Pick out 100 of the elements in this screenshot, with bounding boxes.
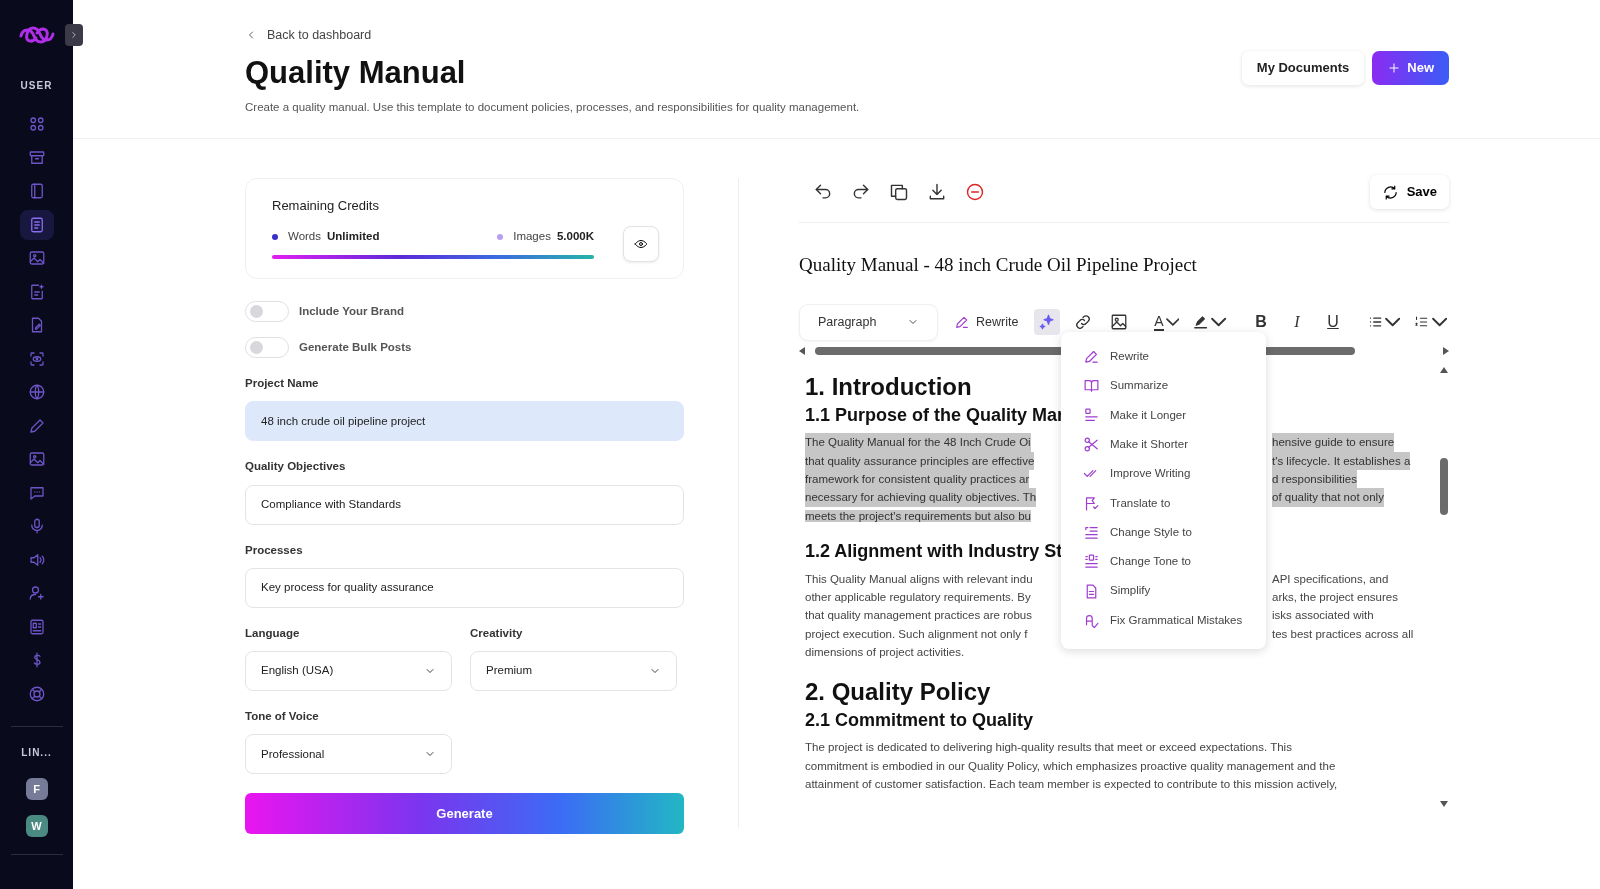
subheading: 2.1 Commitment to Quality <box>805 708 1034 732</box>
field-label: Quality Objectives <box>245 459 347 475</box>
image-icon <box>27 450 46 468</box>
paragraph-text: tes best practices across all <box>1272 626 1414 642</box>
redo-icon <box>851 182 871 202</box>
select-field[interactable]: Premium <box>470 651 677 691</box>
select-field[interactable]: English (USA) <box>245 651 452 691</box>
back-link[interactable]: Back to dashboard <box>245 25 372 45</box>
paragraph-text: other applicable regulatory requirements. By <box>805 589 1031 605</box>
toggle-label: Generate Bulk Posts <box>299 339 412 355</box>
input-field[interactable]: 48 inch crude oil pipeline project <box>245 401 684 442</box>
menu-item[interactable]: Change Style to <box>1061 517 1266 548</box>
heading: 2. Quality Policy <box>805 676 991 707</box>
paragraph-text: dimensions of project activities. <box>805 646 965 659</box>
paragraph-text: The project is dedicated to delivering high-quality results that meet or exceed expectations. This <box>805 741 1292 754</box>
scroll-down-icon[interactable] <box>1440 800 1448 807</box>
plus-icon <box>1387 61 1402 75</box>
sidebar-item[interactable] <box>19 209 54 240</box>
copy-icon <box>889 182 909 202</box>
select-field[interactable]: Professional <box>245 734 452 775</box>
save-button[interactable]: Save <box>1369 175 1449 209</box>
grid-icon <box>27 115 46 133</box>
link-icon <box>1074 313 1093 331</box>
rewrite-button[interactable]: Rewrite <box>947 312 1025 332</box>
paragraph-text: isks associated with <box>1272 608 1374 624</box>
lifebuoy-icon <box>27 684 46 703</box>
credit-label: Images <box>513 228 551 244</box>
italic-button[interactable]: I <box>1283 309 1310 335</box>
credit-value: 5.000K <box>556 228 594 244</box>
scroll-right-icon[interactable] <box>1443 346 1449 355</box>
menu-item[interactable]: Simplify <box>1061 576 1266 606</box>
scroll-left-icon[interactable] <box>799 346 805 355</box>
field-label: Creativity <box>470 625 524 641</box>
ai-button[interactable] <box>1034 309 1061 335</box>
paragraph-text: that quality management practices are robus <box>805 608 1032 624</box>
menu-item[interactable]: Fix Grammatical Mistakes <box>1061 605 1266 635</box>
visibility-button[interactable] <box>623 225 659 262</box>
scan-icon <box>27 349 46 368</box>
logo-icon[interactable] <box>17 24 56 46</box>
selected-text: d responsibilities <box>1272 470 1357 489</box>
scroll-up-icon[interactable] <box>1440 366 1448 373</box>
undo-icon <box>813 182 833 202</box>
credit-label: Words <box>288 228 322 244</box>
input-field[interactable]: Compliance with Standards <box>245 484 684 525</box>
paragraph-text: arks, the project ensures <box>1272 589 1398 605</box>
paragraph-text: attainment of customer satisfaction. Each team member is expected to contribute to this mission actively, <box>805 778 1338 791</box>
selected-text: meets the project's requirements but also bu <box>805 509 1031 522</box>
section-label: LIN... <box>21 746 52 760</box>
page-title: Quality Manual <box>245 54 467 92</box>
toggle-switch[interactable] <box>245 337 289 358</box>
selected-text: framework for consistent quality practices ar <box>805 470 1030 489</box>
field-label: Language <box>245 625 301 641</box>
field-label: Processes <box>245 542 304 558</box>
chevron-right-icon <box>69 30 79 40</box>
selected-text: necessary for achieving quality objectives. Th <box>805 488 1037 507</box>
menu-item[interactable]: Translate to <box>1061 488 1266 518</box>
document-title: Quality Manual - 48 inch Crude Oil Pipeline Project <box>799 253 1198 277</box>
card-title: Remaining Credits <box>272 197 380 215</box>
credit-value: Unlimited <box>327 228 380 244</box>
selected-text: The Quality Manual for the 48 Inch Crude Oi <box>805 433 1031 452</box>
sparkle-icon <box>1038 313 1057 331</box>
subheading: 1.2 Alignment with Industry St <box>805 540 1063 564</box>
card-icon <box>27 617 46 636</box>
remove-icon <box>965 182 985 202</box>
block-style-select[interactable]: Paragraph <box>799 303 938 341</box>
input-field[interactable]: Key process for quality assurance <box>245 567 684 608</box>
menu-item[interactable]: Improve Writing <box>1061 459 1266 489</box>
globe-icon <box>27 383 46 401</box>
download-icon <box>927 182 947 202</box>
section-label: USER <box>20 79 53 93</box>
underline-button[interactable]: U <box>1319 309 1346 335</box>
field-label: Project Name <box>245 376 320 391</box>
heading: 1. Introduction <box>805 371 972 402</box>
marker-icon <box>1193 313 1209 331</box>
avatar[interactable]: F <box>25 778 48 800</box>
menu-item[interactable]: Summarize <box>1061 371 1266 401</box>
selected-text: hensive guide to ensure <box>1272 433 1395 452</box>
generate-button[interactable]: Generate <box>245 793 684 835</box>
paragraph-text: project execution. Such alignment not only f <box>805 626 1028 642</box>
field-label: Tone of Voice <box>245 709 320 724</box>
selected-text: t's lifecycle. It establishes a <box>1272 451 1411 470</box>
paragraph-text: commitment is embodied in our Quality Policy, which emphasizes proactive quality management and the <box>805 759 1336 772</box>
page-description: Create a quality manual. Use this template to document policies, processes, and responsibilities for quality management. <box>245 100 860 116</box>
image-icon <box>27 249 46 267</box>
toggle-label: Include Your Brand <box>299 303 404 319</box>
avatar[interactable]: W <box>25 815 48 837</box>
refresh-icon <box>1381 183 1399 201</box>
scrollbar-thumb[interactable] <box>1440 457 1448 515</box>
toggle-switch[interactable] <box>245 301 289 322</box>
menu-item[interactable]: Make it Shorter <box>1061 429 1266 460</box>
paragraph-text: API specifications, and <box>1272 571 1389 587</box>
menu-item[interactable]: Change Tone to <box>1061 547 1266 577</box>
bold-button[interactable]: B <box>1247 309 1274 335</box>
menu-item[interactable]: Rewrite <box>1061 342 1266 372</box>
new-button[interactable]: New <box>1372 51 1449 85</box>
user-add-icon <box>27 584 46 602</box>
my-documents-button[interactable]: My Documents <box>1241 51 1365 85</box>
collapse-button[interactable] <box>65 24 83 46</box>
pencil-icon <box>953 314 970 330</box>
archive-icon <box>27 148 46 167</box>
